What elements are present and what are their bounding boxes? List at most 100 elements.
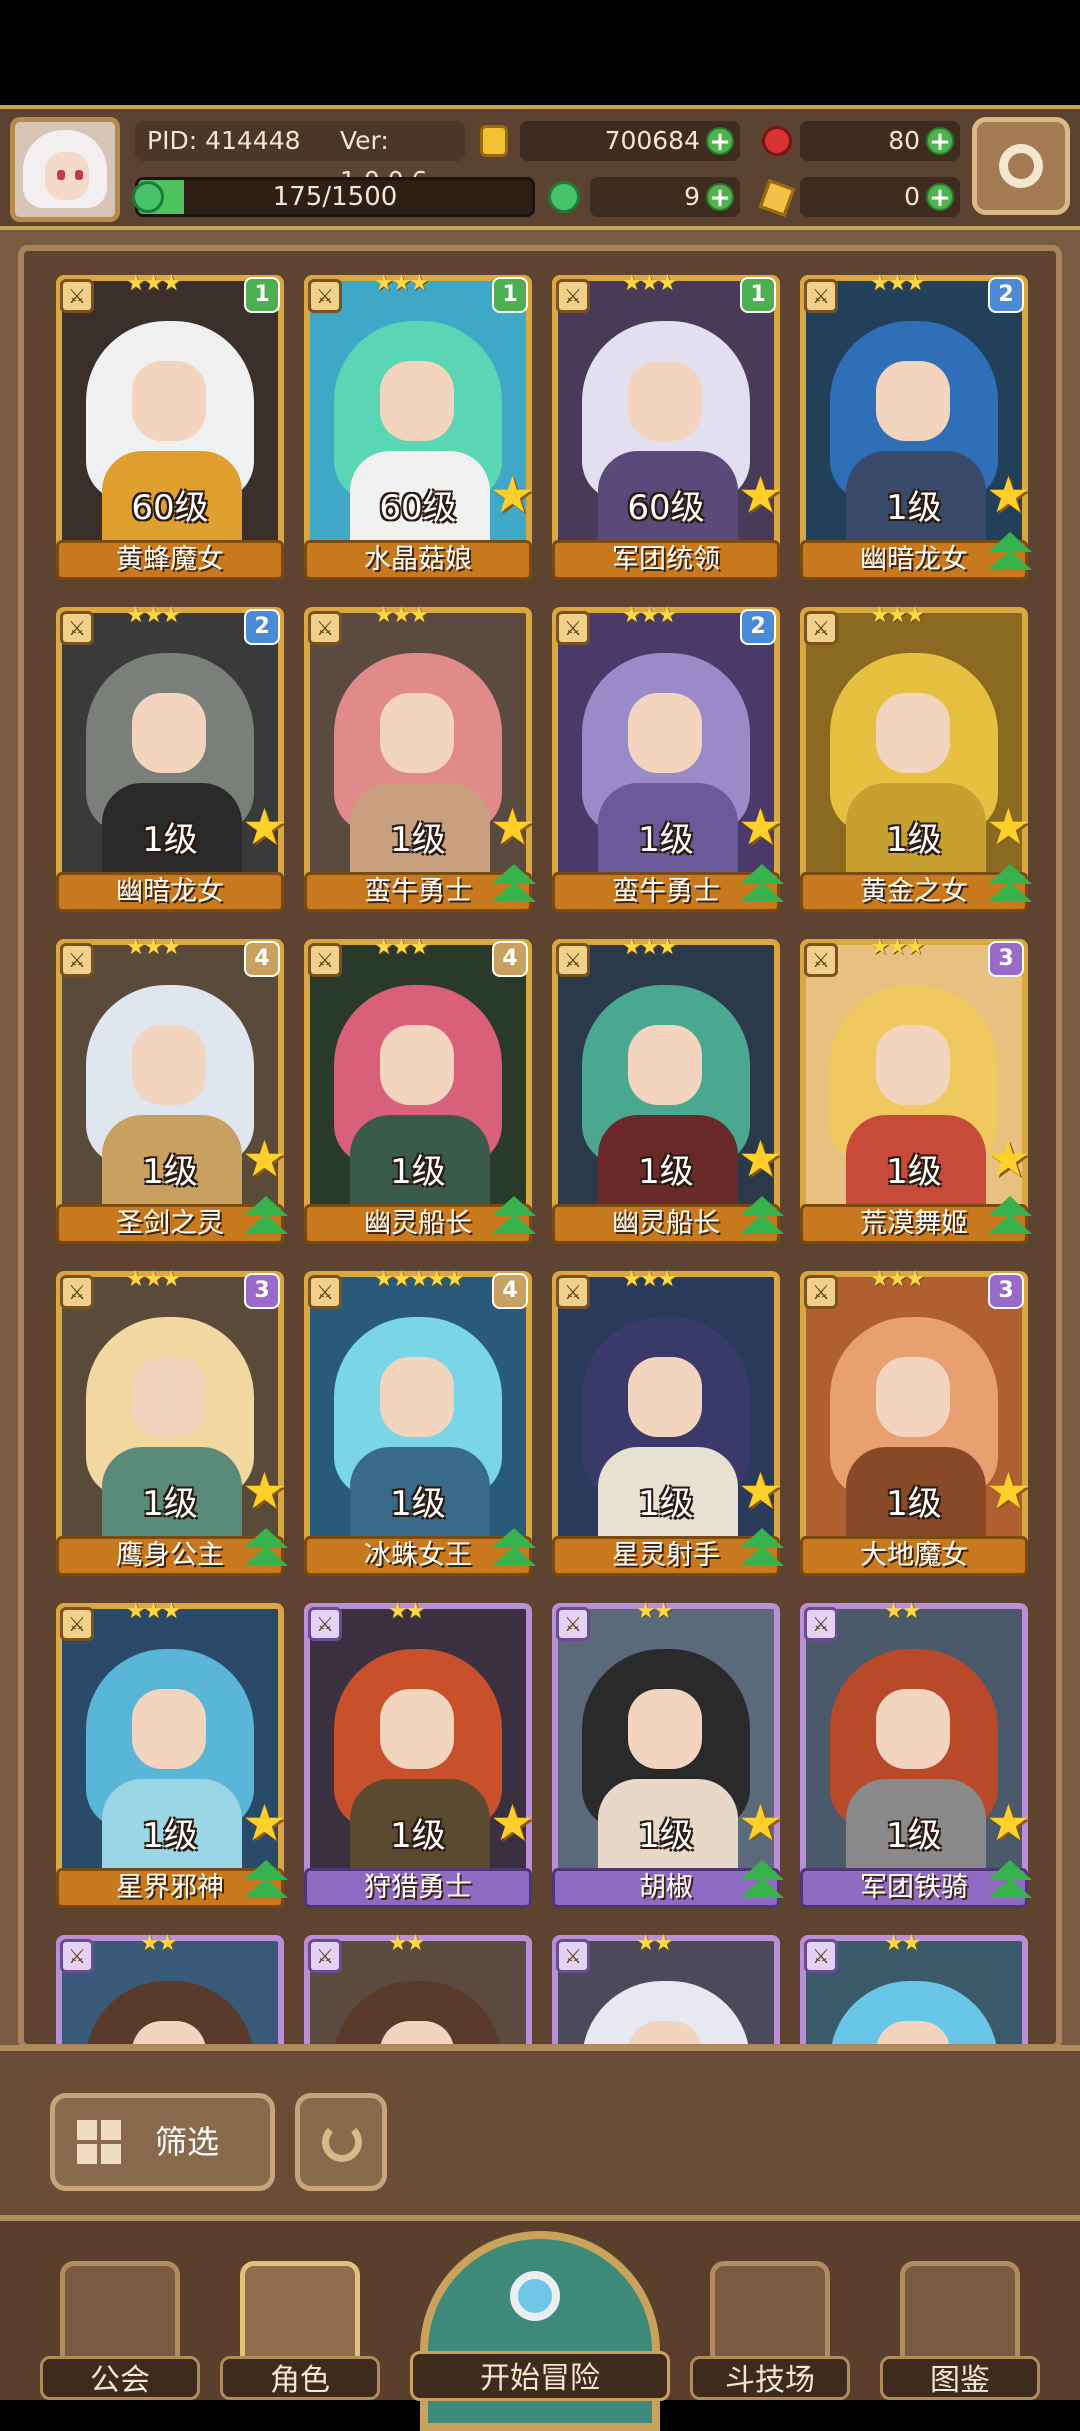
player-avatar[interactable] [10, 117, 120, 222]
character-card[interactable]: ⚔ ★★★ 4 1级 幽灵船长 [304, 935, 536, 1254]
rarity-stars: ★★ [884, 1931, 921, 1956]
character-card[interactable]: ⚔ ★★★ 2 1级 ★ 幽暗龙女 [56, 603, 287, 922]
portrait-face [132, 1025, 206, 1105]
character-card[interactable]: ⚔ ★★★ 1级 ★ 幽灵船长 [552, 935, 784, 1254]
character-card[interactable]: ⚔ ★★★ 1 60级 ★ 水晶菇娘 [304, 271, 535, 590]
star-upgrade-icon: ★ [490, 798, 535, 856]
rarity-stars: ★★ [388, 1931, 425, 1956]
nav-codex-label: 图鉴 [880, 2356, 1040, 2400]
filter-label: 筛选 [155, 2123, 220, 2161]
character-panel: ⚔ ★★★ 1 60级 黄蜂魔女 ⚔ ★★★ 1 60级 ★ 水晶菇娘 ⚔ ★★★ 1 60级 ★ 军团统领… [18, 245, 1062, 2050]
character-card[interactable]: ⚔ ★★ 1级 ★ 胡椒 [552, 1599, 784, 1918]
rarity-stars: ★★★ [126, 271, 181, 296]
portrait-face [380, 361, 454, 441]
level-up-arrow-icon [492, 862, 536, 906]
count-badge: 2 [244, 609, 280, 645]
clover-icon [548, 181, 580, 213]
portrait-face [380, 1689, 454, 1769]
character-icon [240, 2261, 360, 2371]
character-card[interactable]: ⚔ ★★★ 2 1级 ★ 幽暗龙女 [800, 271, 1032, 590]
magnifier-icon [510, 2271, 560, 2321]
count-badge: 4 [244, 941, 280, 977]
character-name: 黄蜂魔女 [56, 540, 284, 580]
character-card[interactable]: ⚔ ★★★ 1级 ★ 星界邪神 [56, 1599, 288, 1918]
nav-codex[interactable]: 图鉴 [880, 2261, 1040, 2401]
level-up-arrow-icon [492, 1194, 536, 1238]
character-card[interactable]: ⚔ ★★ [56, 1931, 284, 2044]
level-up-arrow-icon [988, 862, 1032, 906]
character-name: 军团统领 [552, 540, 780, 580]
character-card[interactable]: ⚔ ★★★ 1级 ★ 黄金之女 [800, 603, 1032, 922]
level-text: 1级 [390, 1152, 446, 1192]
character-card[interactable]: ⚔ ★★★ 1级 ★ 星灵射手 [552, 1267, 784, 1586]
class-icon: ⚔ [556, 1607, 590, 1641]
character-name: 幽暗龙女 [56, 872, 284, 912]
count-badge: 2 [988, 277, 1024, 313]
class-icon: ⚔ [60, 611, 94, 645]
character-card[interactable]: ⚔ ★★★ 3 1级 ★ 荒漠舞姬 [800, 935, 1032, 1254]
portrait-face [876, 1689, 950, 1769]
leaf-icon [132, 181, 164, 213]
filter-area: 筛选 [0, 2045, 1080, 2215]
rarity-stars: ★★★ [126, 1599, 181, 1624]
add-key-button[interactable]: + [926, 183, 954, 211]
class-icon: ⚔ [60, 1939, 94, 1973]
portrait-face [628, 361, 702, 441]
nav-arena[interactable]: 斗技场 [690, 2261, 850, 2401]
character-card[interactable]: ⚔ ★★ 1级 ★ 军团铁骑 [800, 1599, 1032, 1918]
level-up-arrow-icon [244, 1858, 288, 1902]
character-card[interactable]: ⚔ ★★ [552, 1931, 780, 2044]
rarity-stars: ★★ [636, 1931, 673, 1956]
settings-button[interactable] [972, 117, 1070, 215]
class-icon: ⚔ [556, 1275, 590, 1309]
character-card[interactable]: ⚔ ★★★ 2 1级 ★ 蛮牛勇士 [552, 603, 784, 922]
star-upgrade-icon: ★ [242, 1462, 287, 1520]
star-upgrade-icon: ★ [986, 466, 1031, 524]
filter-button[interactable]: 筛选 [50, 2093, 275, 2191]
star-upgrade-icon: ★ [986, 1794, 1031, 1852]
character-card[interactable]: ⚔ ★★ [304, 1931, 532, 2044]
add-gold-button[interactable]: + [706, 127, 734, 155]
character-card[interactable]: ⚔ ★★★ 1 60级 ★ 军团统领 [552, 271, 783, 590]
rarity-stars: ★★ [140, 1931, 177, 1956]
rarity-stars: ★★ [388, 1599, 425, 1624]
level-up-arrow-icon [244, 1526, 288, 1570]
character-name: 大地魔女 [800, 1536, 1028, 1576]
apple-icon [762, 126, 792, 156]
coin-icon [480, 125, 508, 157]
class-icon: ⚔ [308, 1939, 342, 1973]
class-icon: ⚔ [804, 1275, 838, 1309]
character-card[interactable]: ⚔ ★★★ 3 1级 ★ 鹰身公主 [56, 1267, 288, 1586]
class-icon: ⚔ [804, 1939, 838, 1973]
character-card[interactable]: ⚔ ★★★ 1 60级 黄蜂魔女 [56, 271, 284, 590]
class-icon: ⚔ [308, 1275, 342, 1309]
rarity-stars: ★★★ [870, 271, 925, 296]
class-icon: ⚔ [556, 279, 590, 313]
nav-guild-label: 公会 [40, 2356, 200, 2400]
character-card[interactable]: ⚔ ★★ [800, 1931, 1028, 2044]
character-name: 狩猎勇士 [304, 1868, 532, 1908]
add-clover-button[interactable]: + [706, 183, 734, 211]
game-screen: PID: 414448 Ver: 1.0.0.6 700684 + 80 + 1… [0, 105, 1080, 2431]
rarity-stars: ★★★★★ [374, 1267, 465, 1292]
rarity-stars: ★★★ [622, 271, 677, 296]
portrait-face [132, 693, 206, 773]
level-text: 1级 [390, 1484, 446, 1524]
character-card[interactable]: ⚔ ★★ 1级 ★ 狩猎勇士 [304, 1599, 535, 1918]
character-card[interactable]: ⚔ ★★★★★ 4 1级 冰蛛女王 [304, 1267, 536, 1586]
add-apple-button[interactable]: + [926, 127, 954, 155]
nav-guild[interactable]: 公会 [40, 2261, 200, 2401]
nav-adventure[interactable]: 开始冒险 [410, 2231, 670, 2431]
nav-arena-label: 斗技场 [690, 2356, 850, 2400]
character-card[interactable]: ⚔ ★★★ 1级 ★ 蛮牛勇士 [304, 603, 536, 922]
refresh-button[interactable] [295, 2093, 387, 2191]
level-up-arrow-icon [988, 1194, 1032, 1238]
portrait-face [380, 1025, 454, 1105]
level-up-arrow-icon [988, 1858, 1032, 1902]
key-amount: 0 [904, 182, 920, 211]
nav-character[interactable]: 角色 [220, 2261, 380, 2401]
portrait-face [380, 693, 454, 773]
character-card[interactable]: ⚔ ★★★ 3 1级 ★ 大地魔女 [800, 1267, 1031, 1586]
level-text: 60级 [131, 488, 209, 528]
character-card[interactable]: ⚔ ★★★ 4 1级 ★ 圣剑之灵 [56, 935, 288, 1254]
